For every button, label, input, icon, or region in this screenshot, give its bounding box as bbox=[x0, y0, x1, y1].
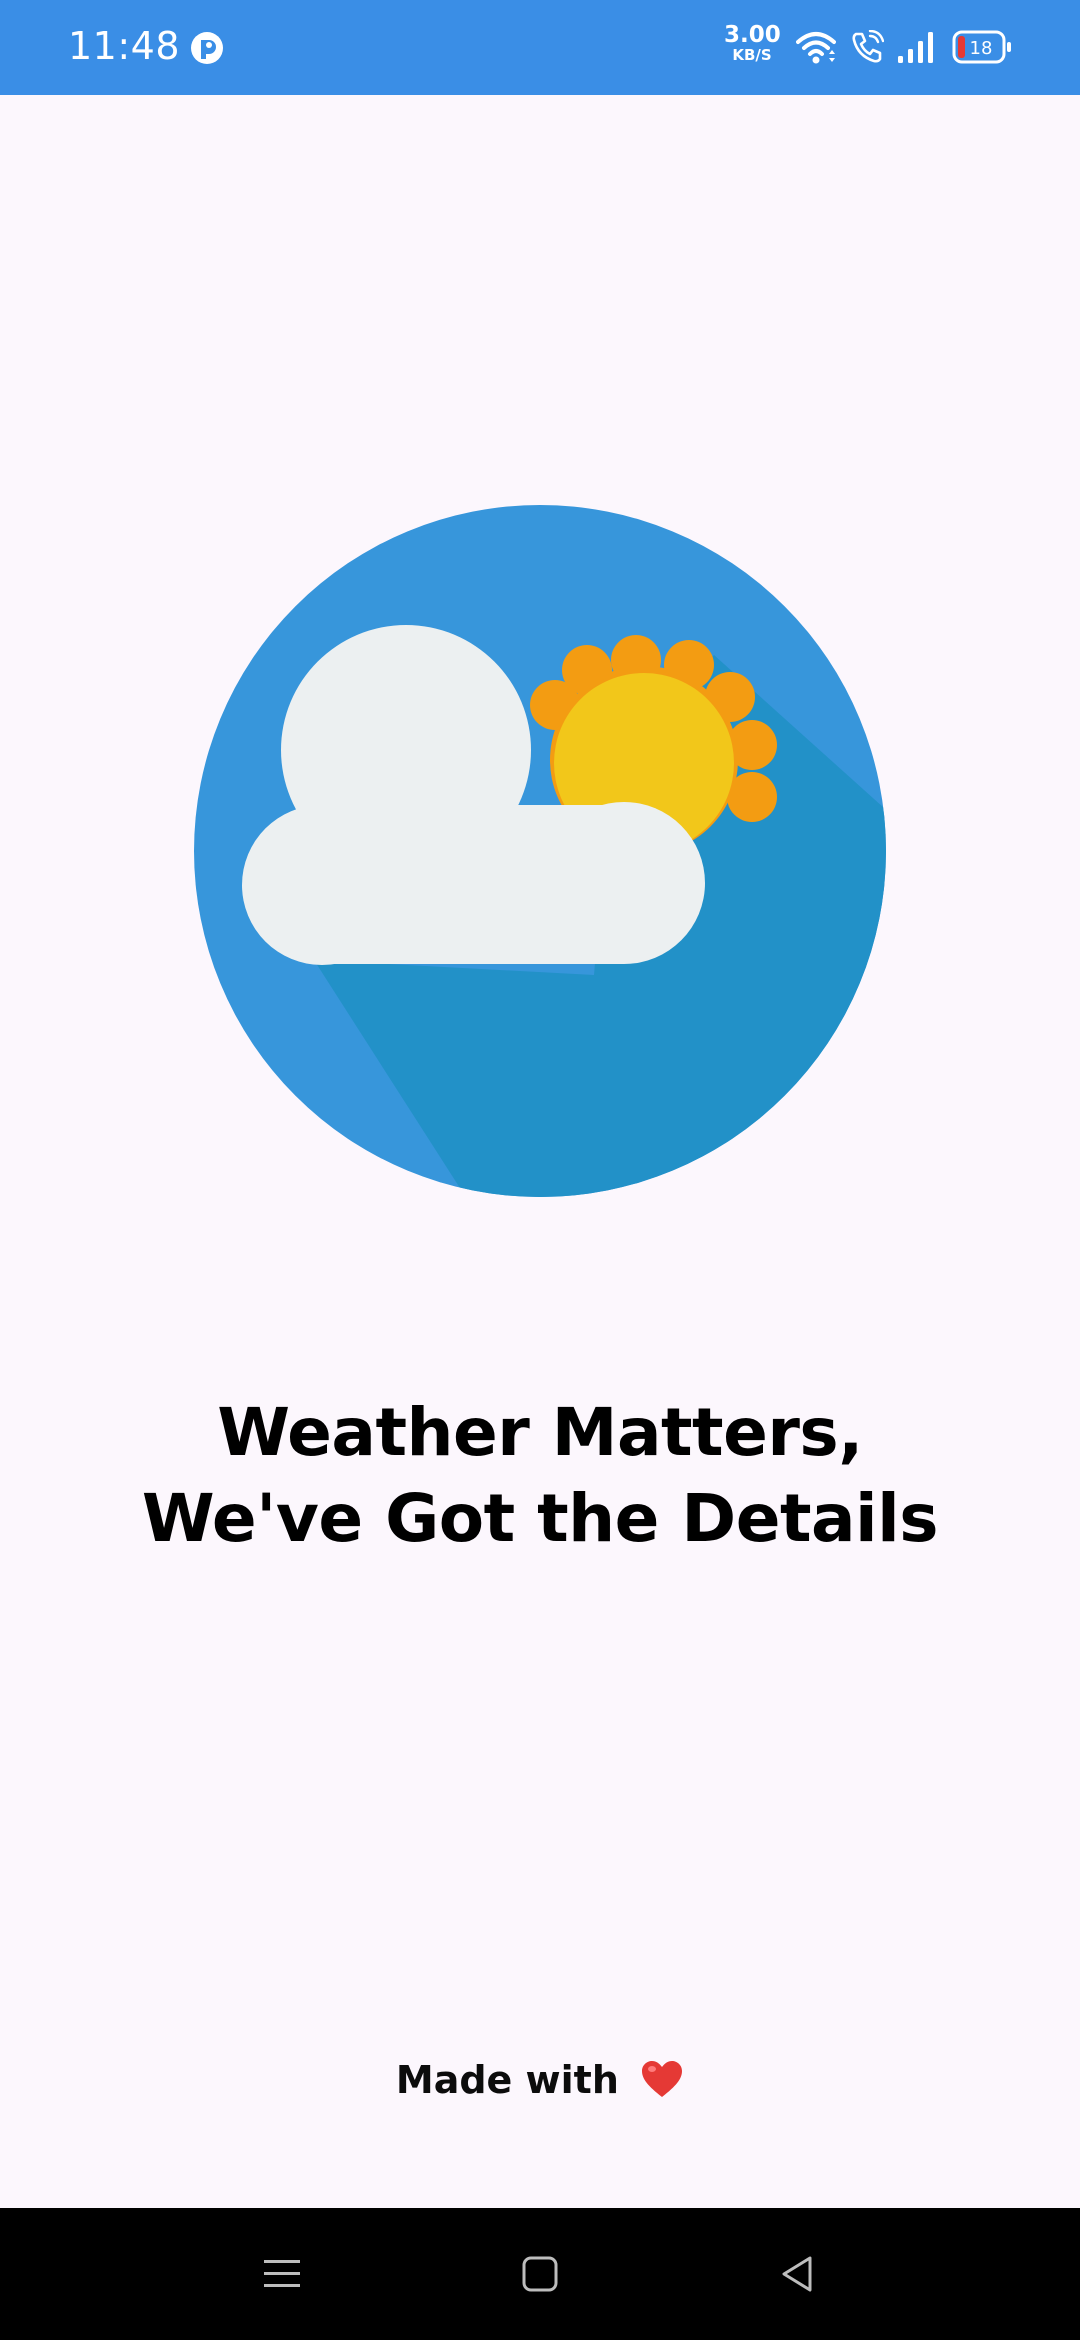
headline-line-2: We've Got the Details bbox=[141, 1480, 939, 1557]
wifi-icon bbox=[796, 32, 836, 64]
menu-icon bbox=[264, 2260, 300, 2287]
home-button[interactable] bbox=[510, 2244, 570, 2304]
headline-line-1: Weather Matters, bbox=[217, 1394, 863, 1471]
menu-button[interactable] bbox=[252, 2244, 312, 2304]
app-notification-icon bbox=[191, 32, 223, 64]
network-speed-value: 3.00 bbox=[724, 22, 781, 48]
made-with-label: Made with bbox=[395, 2058, 619, 2102]
network-speed: 3.00 KB/S bbox=[724, 22, 781, 64]
cloud-sun-icon bbox=[194, 505, 886, 1197]
splash-screen: 11:48 3.00 KB/S 18 Weather Matters, We'v… bbox=[0, 0, 1080, 2340]
made-with-footer: Made with bbox=[0, 2058, 1080, 2102]
back-button[interactable] bbox=[768, 2244, 828, 2304]
back-icon bbox=[782, 2256, 812, 2292]
wifi-call-icon bbox=[852, 30, 884, 63]
home-icon bbox=[522, 2256, 558, 2292]
battery-level: 18 bbox=[970, 38, 993, 59]
heart-icon bbox=[642, 2061, 683, 2097]
status-bar: 11:48 3.00 KB/S 18 bbox=[0, 0, 1080, 95]
navigation-bar bbox=[0, 2208, 1080, 2340]
signal-icon bbox=[898, 32, 933, 63]
network-speed-unit: KB/S bbox=[732, 46, 772, 64]
status-time: 11:48 bbox=[68, 24, 181, 68]
battery-icon: 18 bbox=[952, 30, 1011, 64]
headline: Weather Matters, We've Got the Details bbox=[0, 1390, 1080, 1562]
